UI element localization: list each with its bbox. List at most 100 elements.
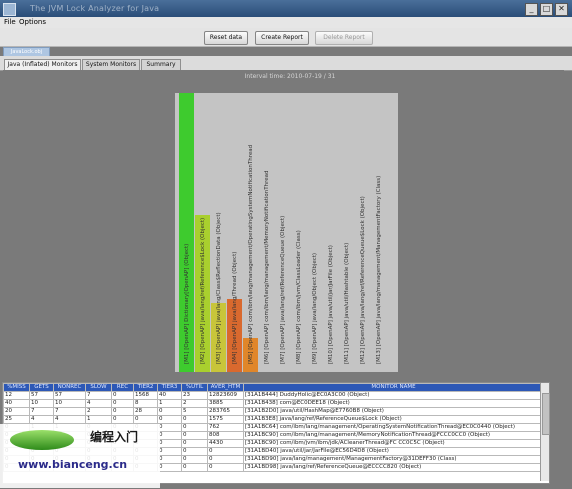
table-column-header[interactable]: SLOW	[85, 383, 112, 392]
table-cell: 7	[29, 407, 54, 416]
table-column-header[interactable]: TIER2	[133, 383, 158, 392]
table-column-header[interactable]: AVER_HTM	[207, 383, 244, 392]
watermark-url: www.bianceng.cn	[18, 458, 128, 471]
table-cell: 0	[133, 415, 158, 424]
chart-bar	[307, 371, 322, 372]
table-column-header[interactable]: %MISS	[3, 383, 30, 392]
table-column-header[interactable]: TIER3	[157, 383, 182, 392]
table-cell: 5	[181, 407, 208, 416]
table-scrollbar[interactable]	[540, 383, 550, 481]
table-cell: 7	[85, 391, 112, 400]
title-bar: The JVM Lock Analyzer for Java _ □ ✕	[0, 0, 572, 17]
chart-bar	[323, 371, 338, 372]
table-cell: 1568	[133, 391, 158, 400]
table-cell: 0	[181, 415, 208, 424]
table-row[interactable]: 25 4 4 1 0 0 0 0 1575 [31A1B3E8] java/lang/ref/Re…	[3, 415, 544, 424]
table-column-header[interactable]: NONREC	[53, 383, 86, 392]
chart-category-label: [M9] [OpenAP] java/lang/Object (Object)	[312, 252, 318, 364]
table-row[interactable]: 40 10 10 4 0 8 1 2 3885 [31A1B438] com@EC0DEE18 (…	[3, 399, 544, 408]
table-cell: 40	[3, 399, 30, 408]
table-cell: [31A1B3E8] java/lang/ref/ReferenceQueue$…	[243, 415, 544, 424]
table-cell: 0	[207, 455, 244, 464]
minimize-button[interactable]: _	[525, 3, 538, 16]
table-cell: 0	[157, 447, 182, 456]
table-cell: 0	[111, 391, 134, 400]
maximize-button[interactable]: □	[540, 3, 553, 16]
table-cell: 20	[3, 407, 30, 416]
create-report-button[interactable]: Create Report	[255, 31, 309, 45]
table-cell: [31A1B2D0] java/util/HashMap@E7760B8 (Ob…	[243, 407, 544, 416]
chart-bar	[291, 370, 306, 372]
table-cell: 1575	[207, 415, 244, 424]
watermark: 编程入门 www.bianceng.cn	[0, 424, 160, 488]
table-cell: 0	[157, 439, 182, 448]
table-cell: 0	[181, 423, 208, 432]
table-cell: 0	[111, 407, 134, 416]
table-cell: 1	[85, 415, 112, 424]
chart-category-label: [M7] [OpenAP] java/lang/ref/ReferenceQue…	[280, 215, 286, 364]
close-button[interactable]: ✕	[555, 3, 568, 16]
chart-category-label: [M12] [OpenAP] java/lang/ref/ReferenceQu…	[360, 196, 366, 364]
table-cell: [31A1BD90] java/lang/management/Manageme…	[243, 455, 544, 464]
table-cell: 0	[181, 455, 208, 464]
table-cell: 4	[29, 415, 54, 424]
table-column-header[interactable]: GETS	[29, 383, 54, 392]
table-cell: 0	[207, 447, 244, 456]
chart-category-label: [M8] [OpenAP] com/ibm/jvm/ClassLoader (C…	[296, 230, 302, 364]
table-column-header[interactable]: MONITOR NAME	[243, 383, 544, 392]
table-cell: 0	[111, 399, 134, 408]
chart-bar	[355, 371, 370, 372]
table-cell: [31A1BD98] java/lang/ref/ReferenceQueue@…	[243, 463, 544, 472]
table-cell: 0	[157, 455, 182, 464]
table-cell: 12823609	[207, 391, 244, 400]
table-column-header[interactable]: REC	[111, 383, 134, 392]
chart-category-label: [M10] [OpenAP] java/util/jar/JarFile (Ob…	[328, 245, 334, 364]
table-column-header[interactable]: %UTIL	[181, 383, 208, 392]
table-cell: 0	[157, 423, 182, 432]
table-cell: 8	[133, 399, 158, 408]
chart-category-label: [M6] [OpenAP] com/ibm/lang/management/Me…	[264, 170, 270, 364]
window-title: The JVM Lock Analyzer for Java	[30, 4, 160, 13]
table-cell: 12	[3, 391, 30, 400]
table-cell: [31A1B438] com@EC0DEE18 (Object)	[243, 399, 544, 408]
table-row[interactable]: 20 7 7 2 0 28 0 5 283765 [31A1B2D0] java/util/Has…	[3, 407, 544, 416]
chart-category-label: [M2] [OpenAP] java/lang/ref/Reference$Lo…	[200, 217, 206, 364]
table-cell: 57	[29, 391, 54, 400]
table-cell: 40	[157, 391, 182, 400]
chart-category-label: [M13] [OpenAP] java/lang/management/Mana…	[376, 175, 382, 364]
menu-options[interactable]: Options	[19, 17, 46, 28]
table-cell: 0	[181, 447, 208, 456]
table-cell: [31A1B444] DuddyHolic@EC0A3C00 (Object)	[243, 391, 544, 400]
app-icon	[3, 3, 16, 16]
table-cell: [31A1BC90] com/ibm/lang/management/Memor…	[243, 431, 544, 440]
table-cell: 0	[157, 463, 182, 472]
reset-data-button[interactable]: Reset data	[204, 31, 248, 45]
scrollbar-thumb[interactable]	[542, 393, 550, 435]
table-cell: 25	[3, 415, 30, 424]
table-cell: 0	[181, 431, 208, 440]
table-cell: 0	[111, 415, 134, 424]
chart-bar	[339, 371, 354, 372]
table-cell: 4	[53, 415, 86, 424]
table-cell: 0	[207, 463, 244, 472]
table-cell: [31A1BC90] com/ibm/jvm/ibm/jdk/ACleanerT…	[243, 439, 544, 448]
table-cell: 1	[157, 399, 182, 408]
table-cell: 283765	[207, 407, 244, 416]
table-cell: 28	[133, 407, 158, 416]
table-cell: 808	[207, 431, 244, 440]
table-cell: 762	[207, 423, 244, 432]
table-cell: 0	[157, 415, 182, 424]
table-cell: 4430	[207, 439, 244, 448]
table-row[interactable]: 12 57 57 7 0 1568 40 23 12823609 [31A1B444] Duddy…	[3, 391, 544, 400]
interval-time-label: Interval time: 2010-07-19 / 31	[244, 73, 336, 80]
menu-file[interactable]: File	[4, 17, 16, 28]
menu-bar: File Options	[0, 17, 572, 28]
table-cell: [31A1BC64] com/ibm/lang/management/Opera…	[243, 423, 544, 432]
delete-report-button[interactable]: Delete Report	[315, 31, 373, 45]
table-cell: 2	[181, 399, 208, 408]
table-cell: 2	[85, 407, 112, 416]
table-cell: 57	[53, 391, 86, 400]
chart-bar	[275, 370, 290, 372]
table-cell: 23	[181, 391, 208, 400]
chart-category-label: [M5] [OpenAP] com/ibm/lang/management/Op…	[248, 144, 254, 364]
